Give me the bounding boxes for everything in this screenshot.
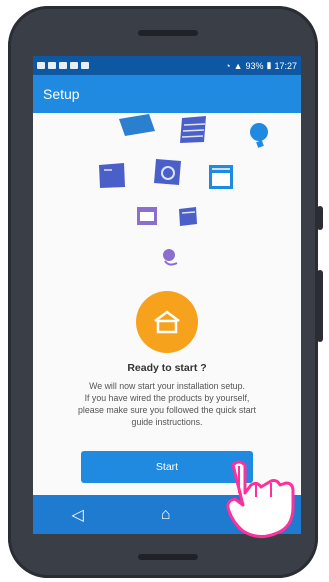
- notification-icon: [37, 62, 45, 69]
- speaker-top: [138, 30, 198, 36]
- signal-icon: ▲: [233, 60, 243, 71]
- setup-content: Ready to start ? We will now start your …: [33, 113, 301, 495]
- tap-hand-icon: [226, 460, 295, 538]
- oven-icon: [209, 165, 233, 189]
- home-icon[interactable]: ⌂: [161, 506, 171, 524]
- ready-heading: Ready to start ?: [127, 362, 207, 374]
- side-button: [317, 206, 323, 230]
- setup-description: We will now start your installation setu…: [47, 380, 287, 428]
- side-button: [317, 270, 323, 342]
- washing-machine-icon: [154, 159, 181, 185]
- back-icon[interactable]: ◁: [71, 505, 83, 525]
- battery-icon: ▮: [266, 60, 272, 70]
- clock: 17:27: [274, 60, 297, 71]
- blinds-icon: [180, 116, 206, 143]
- home-outline-icon: [154, 310, 180, 334]
- status-bar: ◔ ▲ 93% ▮ 17:27: [33, 56, 301, 75]
- notification-icon: [59, 62, 67, 69]
- window-shutter-icon: [99, 163, 125, 188]
- radiator-icon: [179, 207, 197, 226]
- page-title: Setup: [43, 86, 80, 102]
- home-badge: [136, 291, 198, 353]
- notification-icons: [37, 62, 89, 69]
- description-line: We will now start your installation setu…: [89, 381, 245, 391]
- wifi-icon: ◔: [225, 60, 231, 71]
- system-status: ◔ ▲ 93% ▮ 17:27: [225, 60, 297, 71]
- description-line: If you have wired the products by yourse…: [84, 393, 250, 403]
- notification-icon: [70, 62, 78, 69]
- microwave-icon: [137, 207, 157, 225]
- tv-icon: [119, 114, 155, 136]
- description-line: please make sure you followed the quick …: [78, 405, 256, 415]
- notification-icon: [48, 62, 56, 69]
- description-line: guide instructions.: [131, 417, 203, 427]
- start-button-label: Start: [155, 461, 179, 473]
- battery-percent: 93%: [245, 60, 264, 71]
- app-bar: Setup: [33, 75, 301, 113]
- notification-icon: [81, 62, 89, 69]
- lightbulb-icon: [250, 123, 268, 148]
- speaker-bottom: [138, 554, 198, 560]
- speaker-icon: [163, 249, 178, 266]
